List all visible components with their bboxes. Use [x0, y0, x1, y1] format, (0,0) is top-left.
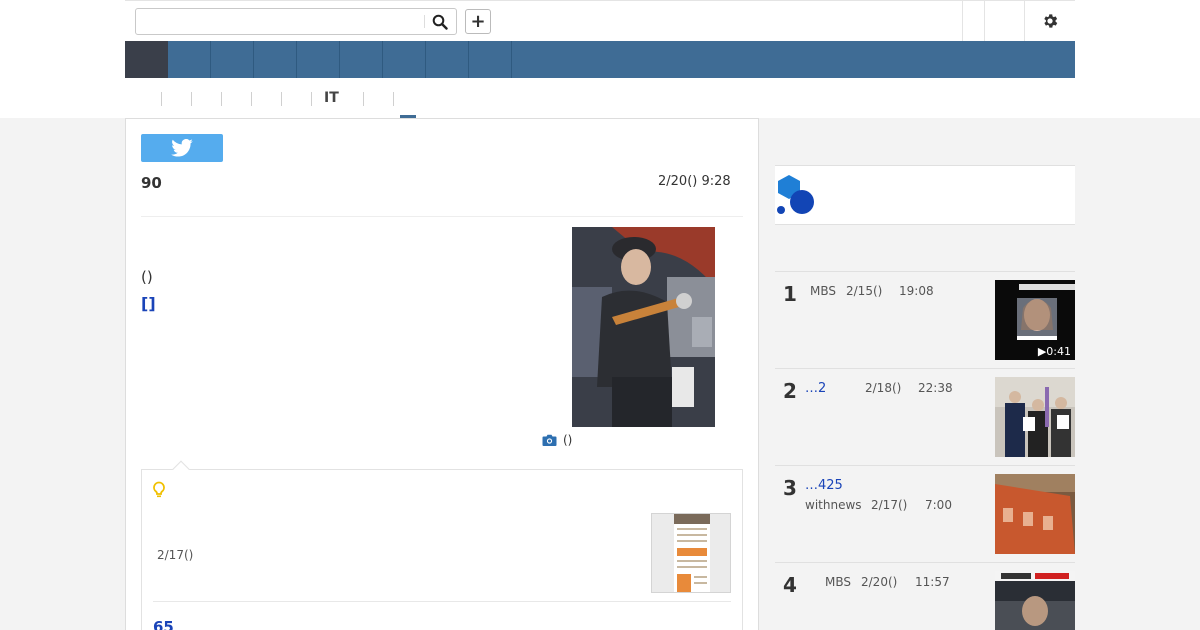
add-button[interactable]: + [465, 9, 491, 34]
search-box [135, 8, 457, 35]
rank-source: MBS [810, 284, 836, 298]
video-duration: ▶0:41 [1037, 345, 1071, 358]
nav-item[interactable] [340, 41, 383, 78]
sign-photo-image [995, 474, 1075, 554]
search-icon [432, 14, 448, 30]
subnav-divider [251, 92, 252, 106]
rank-date: 2/20() [861, 575, 898, 589]
sub-navigation: IT [125, 78, 1075, 118]
rank-number: 3 [783, 476, 797, 500]
ranking-item[interactable]: 1 MBS 2/15() 19:08 ▶0:41 [775, 272, 1075, 369]
subnav-divider [191, 92, 192, 106]
search-button[interactable] [428, 11, 452, 32]
rank-thumbnail[interactable]: ▶0:41 [995, 280, 1075, 360]
subnav-divider [363, 92, 364, 106]
ranking-item[interactable]: 3 …425 withnews 2/17() 7:00 [775, 466, 1075, 563]
rank-number: 2 [783, 379, 797, 403]
rank-time: 11:57 [915, 575, 950, 589]
toolbar-divider [962, 1, 963, 41]
rank-source: withnews [805, 498, 862, 512]
lightbulb-icon [153, 481, 165, 498]
toolbar-divider [984, 1, 985, 41]
related-count-link[interactable]: 65 [153, 618, 174, 630]
sidebar-brand-panel [775, 165, 1075, 225]
article-date: 2/20() 9:28 [658, 174, 731, 189]
related-date: 2/17() [157, 548, 194, 562]
nav-item[interactable] [469, 41, 512, 78]
article-link[interactable]: [] [141, 294, 156, 313]
worker-photo-image [572, 227, 715, 427]
rank-thumbnail[interactable] [995, 377, 1075, 457]
category-navbar [125, 41, 1075, 78]
search-input[interactable] [136, 9, 424, 34]
subnav-divider [281, 92, 282, 106]
ceremony-photo-image [995, 377, 1075, 457]
subnav-divider [393, 92, 394, 106]
rank-title[interactable]: …2 [805, 381, 826, 396]
rank-time: 7:00 [925, 498, 952, 512]
box-notch [172, 460, 190, 478]
ranking-item[interactable]: 4 MBS 2/20() 11:57 [775, 563, 1075, 630]
nav-item[interactable] [254, 41, 297, 78]
photo-caption: () [542, 433, 572, 447]
document-thumbnail-image [652, 514, 730, 592]
rank-thumbnail[interactable] [995, 474, 1075, 554]
nav-item[interactable] [297, 41, 340, 78]
top-toolbar: + [125, 0, 1075, 41]
photo-caption-text: () [563, 433, 573, 447]
article-number: 90 [141, 174, 162, 192]
article-photo[interactable] [572, 227, 715, 427]
subnav-item-it[interactable]: IT [324, 90, 339, 106]
news-photo-image [995, 571, 1075, 630]
divider [153, 601, 731, 602]
subnav-divider [311, 92, 312, 106]
rank-time: 22:38 [918, 381, 953, 395]
nav-item[interactable] [168, 41, 211, 78]
subnav-divider [161, 92, 162, 106]
rank-source: MBS [825, 575, 851, 589]
related-thumbnail[interactable] [651, 513, 731, 593]
nav-item[interactable] [383, 41, 426, 78]
nav-item[interactable] [211, 41, 254, 78]
rank-time: 19:08 [899, 284, 934, 298]
rank-title[interactable]: …425 [805, 478, 843, 493]
rank-number: 1 [783, 282, 797, 306]
rank-date: 2/17() [871, 498, 908, 512]
settings-button[interactable] [1025, 9, 1075, 33]
nav-item-home[interactable] [125, 41, 168, 78]
camera-icon [542, 434, 557, 446]
tweet-button[interactable] [141, 134, 223, 162]
ranking-item[interactable]: 2 …2 2/18() 22:38 [775, 369, 1075, 466]
related-articles-box: 2/17() 65 [141, 460, 743, 630]
article-panel: 90 2/20() 9:28 () [] () 2/17() 65 [125, 118, 759, 630]
nav-item[interactable] [426, 41, 469, 78]
rank-thumbnail[interactable] [995, 571, 1075, 630]
twitter-icon [171, 139, 193, 157]
article-text: () [141, 268, 153, 286]
divider [141, 216, 743, 217]
search-divider [424, 15, 425, 28]
rank-number: 4 [783, 573, 797, 597]
rank-date: 2/15() [846, 284, 883, 298]
gear-icon [1044, 14, 1058, 28]
subnav-divider [221, 92, 222, 106]
rank-date: 2/18() [865, 381, 902, 395]
brand-logo-icon [777, 175, 814, 214]
